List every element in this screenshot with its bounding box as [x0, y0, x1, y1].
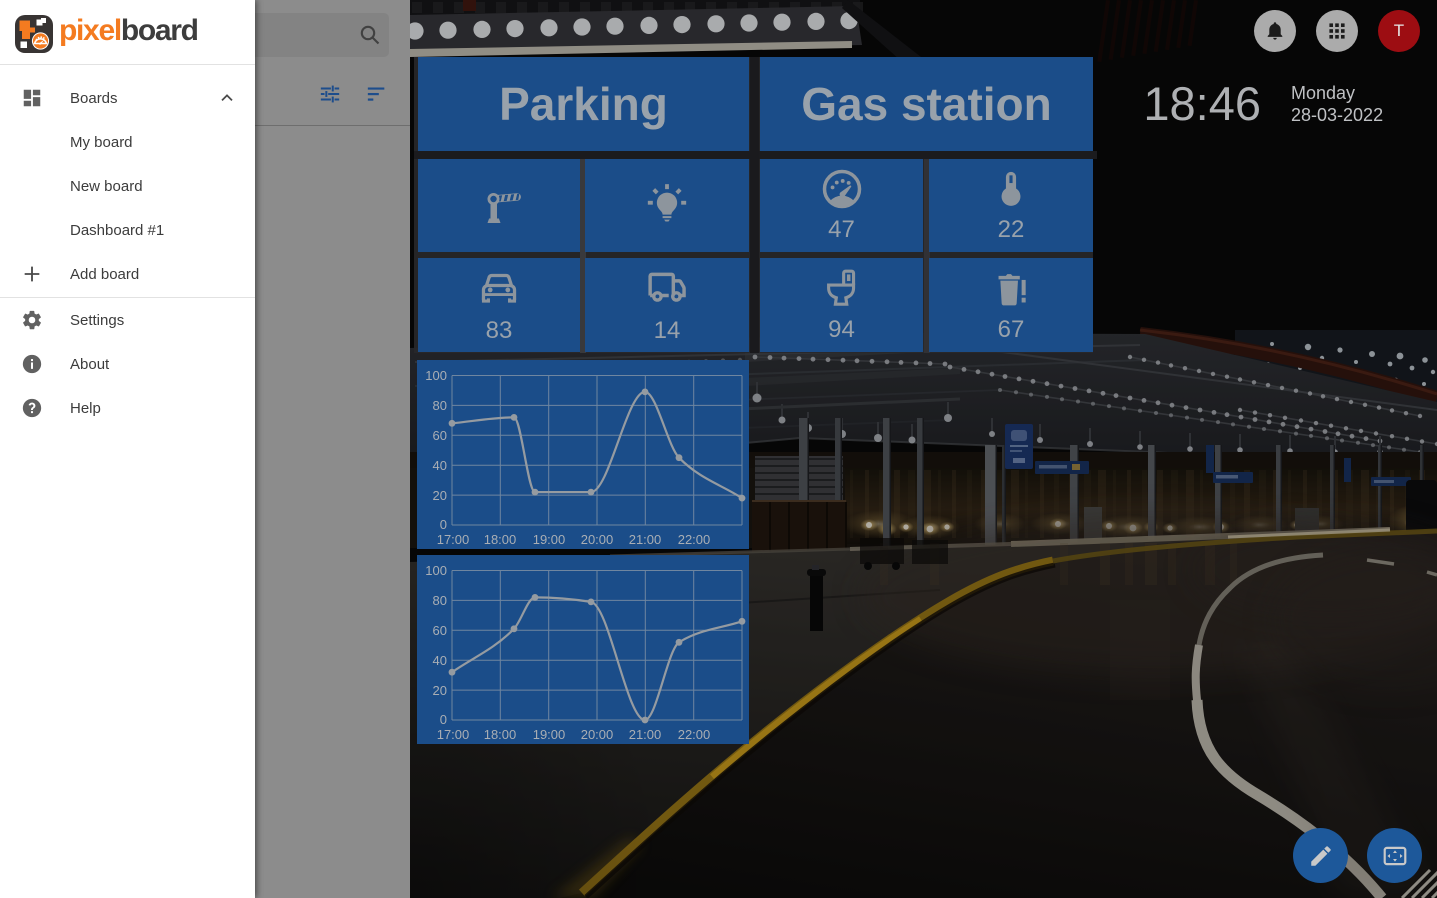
svg-text:17:00: 17:00: [437, 727, 470, 742]
svg-text:40: 40: [433, 653, 447, 668]
svg-text:60: 60: [433, 623, 447, 638]
svg-text:20: 20: [433, 683, 447, 698]
svg-text:22:00: 22:00: [678, 727, 711, 742]
svg-text:20:00: 20:00: [581, 532, 614, 547]
svg-text:0: 0: [440, 712, 447, 727]
svg-text:21:00: 21:00: [629, 532, 662, 547]
svg-text:21:00: 21:00: [629, 727, 662, 742]
svg-text:18:00: 18:00: [484, 727, 517, 742]
svg-text:19:00: 19:00: [533, 532, 566, 547]
svg-text:40: 40: [433, 458, 447, 473]
svg-text:0: 0: [440, 517, 447, 532]
svg-text:18:00: 18:00: [484, 532, 517, 547]
svg-text:80: 80: [433, 398, 447, 413]
svg-text:17:00: 17:00: [437, 532, 470, 547]
svg-text:22:00: 22:00: [678, 532, 711, 547]
svg-text:20: 20: [433, 488, 447, 503]
svg-text:80: 80: [433, 593, 447, 608]
svg-text:100: 100: [425, 563, 447, 578]
svg-text:100: 100: [425, 368, 447, 383]
svg-text:60: 60: [433, 428, 447, 443]
svg-text:20:00: 20:00: [581, 727, 614, 742]
svg-text:19:00: 19:00: [533, 727, 566, 742]
